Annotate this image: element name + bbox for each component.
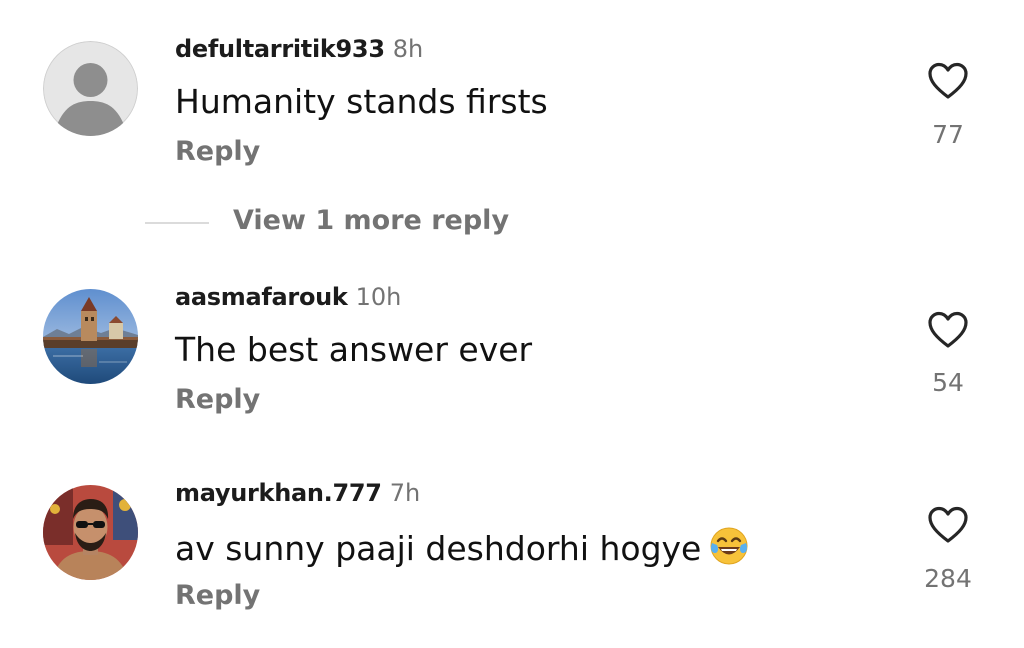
comment-text: Humanity stands firsts [175, 82, 548, 121]
bridge-tower-avatar[interactable] [43, 289, 138, 384]
like-count: 284 [924, 564, 972, 593]
like-count: 77 [932, 120, 964, 149]
reply-button[interactable]: Reply [175, 580, 260, 611]
username[interactable]: defultarritik933 [175, 35, 385, 63]
view-more-replies[interactable]: View 1 more reply [145, 202, 645, 242]
heart-icon[interactable] [927, 506, 969, 544]
username[interactable]: aasmafarouk [175, 283, 348, 311]
heart-icon[interactable] [927, 311, 969, 349]
view-more-replies-button[interactable]: View 1 more reply [233, 205, 509, 236]
username[interactable]: mayurkhan.777 [175, 479, 382, 507]
comment-text-content: av sunny paaji deshdorhi hogye [175, 529, 702, 568]
comment-item: aasmafarouk 10h The best answer ever Repl… [0, 248, 1024, 415]
comment-text: The best answer ever [175, 330, 533, 369]
comment-item: defultarritik933 8h Humanity stands first… [0, 0, 1024, 167]
reply-button[interactable]: Reply [175, 384, 260, 415]
comment-item: mayurkhan.777 7h av sunny paaji deshdorhi… [0, 444, 1024, 611]
divider-line [145, 222, 209, 224]
comment-text: av sunny paaji deshdorhi hogye [175, 526, 749, 574]
timestamp: 7h [389, 479, 421, 507]
timestamp: 8h [392, 35, 424, 63]
face-with-tears-of-joy-icon [709, 526, 749, 574]
man-sunglasses-avatar[interactable] [43, 485, 138, 580]
reply-button[interactable]: Reply [175, 136, 260, 167]
heart-icon[interactable] [927, 62, 969, 100]
timestamp: 10h [355, 283, 402, 311]
like-count: 54 [932, 368, 964, 397]
comment-header: mayurkhan.777 7h [175, 479, 420, 507]
comment-header: defultarritik933 8h [175, 35, 423, 63]
comment-header: aasmafarouk 10h [175, 283, 401, 311]
default-avatar-icon[interactable] [43, 41, 138, 136]
